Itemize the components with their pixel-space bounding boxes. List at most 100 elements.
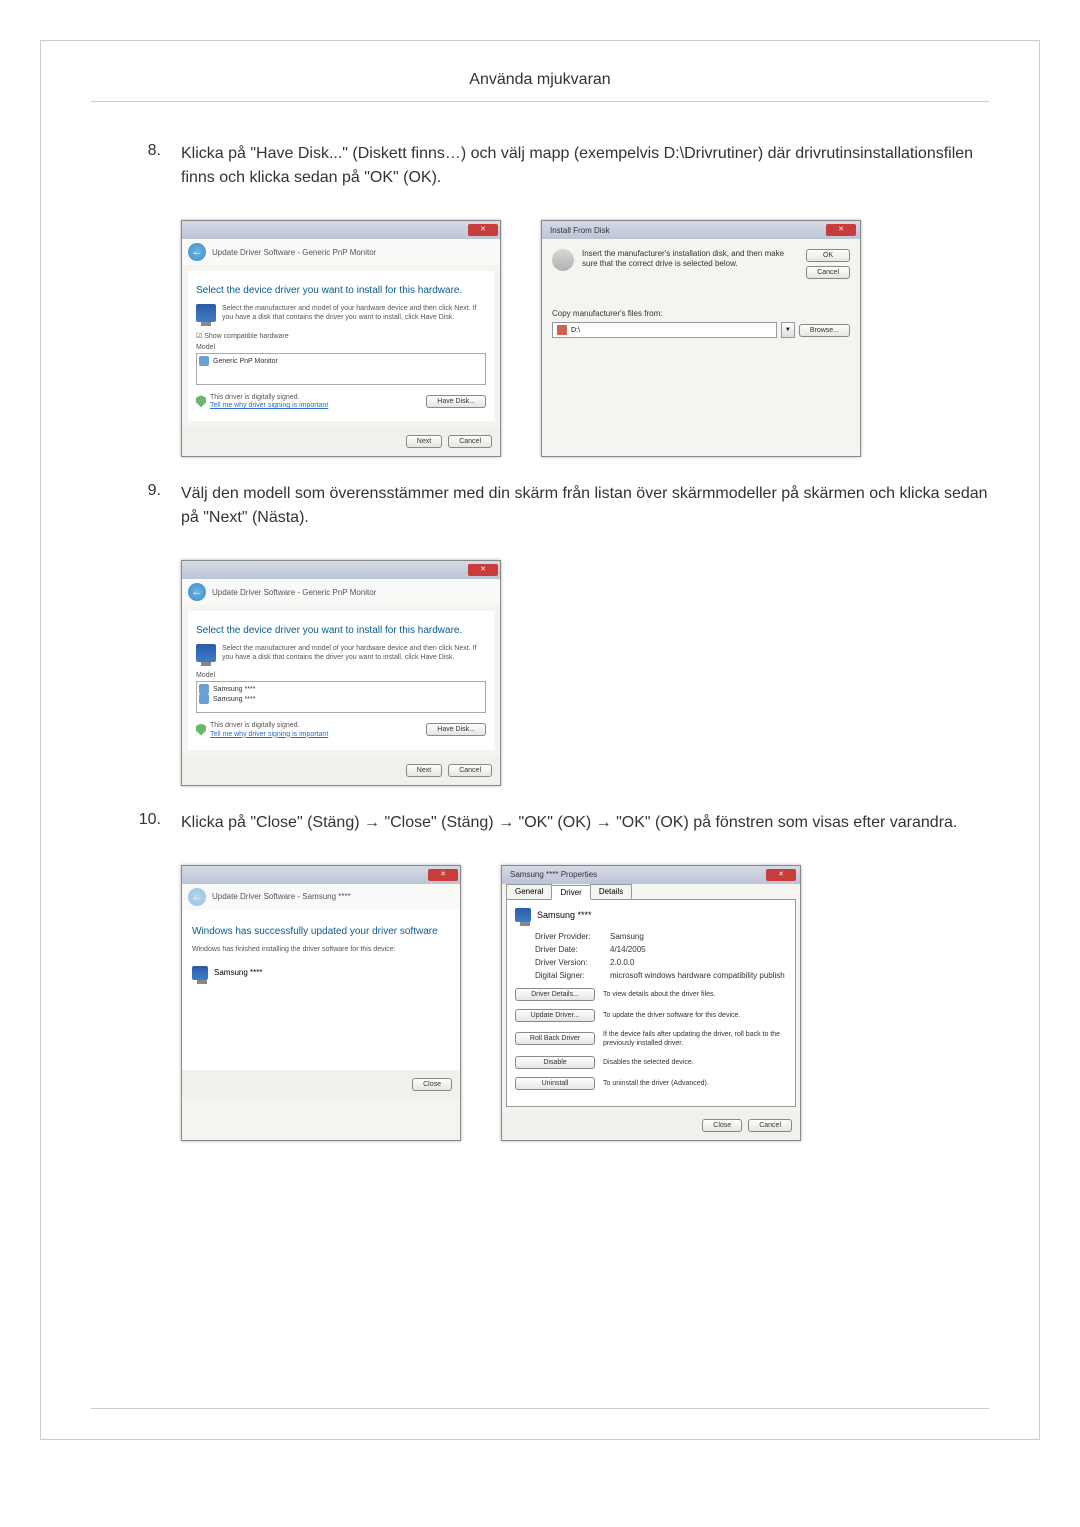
update-action: Update Driver... To update the driver so… (515, 1009, 787, 1022)
monitor-icon (196, 304, 216, 322)
disk-row: Insert the manufacturer's installation d… (552, 249, 850, 279)
cancel-button[interactable]: Cancel (448, 435, 492, 448)
compatible-checkbox[interactable]: ☑ Show compatible hardware (196, 332, 486, 340)
step-text: Klicka på "Have Disk..." (Diskett finns…… (181, 142, 989, 190)
have-disk-button[interactable]: Have Disk... (426, 723, 486, 736)
tab-general[interactable]: General (506, 884, 552, 899)
tab-driver[interactable]: Driver (551, 885, 590, 900)
document-page: Använda mjukvaran 8. Klicka på "Have Dis… (40, 40, 1040, 1440)
back-arrow-icon[interactable]: ← (188, 583, 206, 601)
signing-link[interactable]: Tell me why driver signing is important (210, 731, 328, 738)
disable-button[interactable]: Disable (515, 1056, 595, 1069)
model-list[interactable]: Samsung **** Samsung **** (196, 681, 486, 713)
monitor-small-icon (199, 694, 209, 704)
signed-text: This driver is digitally signed. (210, 721, 328, 730)
tab-bar: General Driver Details (506, 884, 796, 900)
update-driver-button[interactable]: Update Driver... (515, 1009, 595, 1022)
uninstall-button[interactable]: Uninstall (515, 1077, 595, 1090)
model-item[interactable]: Generic PnP Monitor (199, 356, 483, 366)
cancel-button[interactable]: Cancel (806, 266, 850, 279)
rollback-button[interactable]: Roll Back Driver (515, 1032, 595, 1045)
path-input[interactable]: D:\ (552, 322, 777, 338)
close-button[interactable]: Close (702, 1119, 742, 1132)
dialog-breadcrumb: Update Driver Software - Samsung **** (212, 892, 351, 901)
copy-label: Copy manufacturer's files from: (552, 309, 850, 318)
close-button[interactable]: Close (412, 1078, 452, 1091)
titlebar: ✕ (182, 561, 500, 579)
step-number: 8. (91, 142, 181, 190)
titlebar: Samsung **** Properties ✕ (502, 866, 800, 884)
next-button[interactable]: Next (406, 435, 442, 448)
device-name: Samsung **** (537, 910, 592, 920)
model-item-2[interactable]: Samsung **** (199, 694, 483, 704)
update-driver-dialog: ✕ ← Update Driver Software - Generic PnP… (181, 220, 501, 457)
close-icon[interactable]: ✕ (766, 869, 796, 881)
ok-button[interactable]: OK (806, 249, 850, 262)
provider-label: Driver Provider: (535, 932, 610, 941)
dialog-nav: ← Update Driver Software - Generic PnP M… (182, 239, 500, 265)
details-action: Driver Details... To view details about … (515, 988, 787, 1001)
rollback-desc: If the device fails after updating the d… (603, 1030, 787, 1048)
step-10-images: ✕ ← Update Driver Software - Samsung ***… (181, 865, 989, 1141)
dialog-title: Samsung **** Properties (506, 870, 597, 879)
dialog-body: Select the device driver you want to ins… (188, 271, 494, 421)
back-arrow-icon: ← (188, 888, 206, 906)
device-header: Samsung **** (515, 908, 787, 922)
step-text: Välj den modell som överensstämmer med d… (181, 482, 989, 530)
model-list[interactable]: Generic PnP Monitor (196, 353, 486, 385)
cancel-button[interactable]: Cancel (448, 764, 492, 777)
update-driver-dialog-2: ✕ ← Update Driver Software - Generic PnP… (181, 560, 501, 785)
dialog-breadcrumb: Update Driver Software - Generic PnP Mon… (212, 588, 376, 597)
model-label: Model (196, 672, 486, 679)
browse-button[interactable]: Browse... (799, 324, 850, 337)
disable-action: Disable Disables the selected device. (515, 1056, 787, 1069)
version-label: Driver Version: (535, 958, 610, 967)
signed-row: This driver is digitally signed. Tell me… (196, 721, 486, 737)
instruction-text: Select the manufacturer and model of you… (222, 644, 486, 662)
close-icon[interactable]: ✕ (428, 869, 458, 881)
have-disk-button[interactable]: Have Disk... (426, 395, 486, 408)
signer-value: microsoft windows hardware compatibility… (610, 971, 785, 980)
step-number: 10. (91, 811, 181, 835)
signer-row: Digital Signer: microsoft windows hardwa… (535, 971, 787, 980)
uninstall-action: Uninstall To uninstall the driver (Advan… (515, 1077, 787, 1090)
details-desc: To view details about the driver files. (603, 990, 787, 999)
device-name: Samsung **** (214, 968, 262, 977)
shield-icon (196, 395, 206, 407)
date-label: Driver Date: (535, 945, 610, 954)
date-value: 4/14/2005 (610, 945, 646, 954)
titlebar: Install From Disk ✕ (542, 221, 860, 239)
step-8: 8. Klicka på "Have Disk..." (Diskett fin… (91, 142, 989, 190)
back-arrow-icon[interactable]: ← (188, 243, 206, 261)
dialog-breadcrumb: Update Driver Software - Generic PnP Mon… (212, 248, 376, 257)
dialog-title: Install From Disk (546, 226, 610, 235)
install-from-disk-dialog: Install From Disk ✕ Insert the manufactu… (541, 220, 861, 457)
step-10: 10. Klicka på "Close" (Stäng) → "Close" … (91, 811, 989, 835)
disable-desc: Disables the selected device. (603, 1058, 787, 1067)
version-value: 2.0.0.0 (610, 958, 634, 967)
cancel-button[interactable]: Cancel (748, 1119, 792, 1132)
close-icon[interactable]: ✕ (468, 564, 498, 576)
model-item-1[interactable]: Samsung **** (199, 684, 483, 694)
driver-details-button[interactable]: Driver Details... (515, 988, 595, 1001)
uninstall-desc: To uninstall the driver (Advanced). (603, 1079, 787, 1088)
floppy-icon (557, 325, 567, 335)
dialog-buttons: Close Cancel (502, 1111, 800, 1140)
shield-icon (196, 724, 206, 736)
model-label: Model (196, 344, 486, 351)
signed-row: This driver is digitally signed. Tell me… (196, 393, 486, 409)
tab-details[interactable]: Details (590, 884, 632, 899)
next-button[interactable]: Next (406, 764, 442, 777)
titlebar: ✕ (182, 221, 500, 239)
step-number: 9. (91, 482, 181, 530)
date-row: Driver Date: 4/14/2005 (535, 945, 787, 954)
monitor-small-icon (199, 684, 209, 694)
monitor-small-icon (199, 356, 209, 366)
close-icon[interactable]: ✕ (826, 224, 856, 236)
dropdown-arrow-icon[interactable]: ▼ (781, 322, 795, 338)
copy-input-row: D:\ ▼ Browse... (552, 322, 850, 338)
close-icon[interactable]: ✕ (468, 224, 498, 236)
dialog-buttons: Close (182, 1070, 460, 1099)
signing-link[interactable]: Tell me why driver signing is important (210, 402, 328, 409)
version-row: Driver Version: 2.0.0.0 (535, 958, 787, 967)
